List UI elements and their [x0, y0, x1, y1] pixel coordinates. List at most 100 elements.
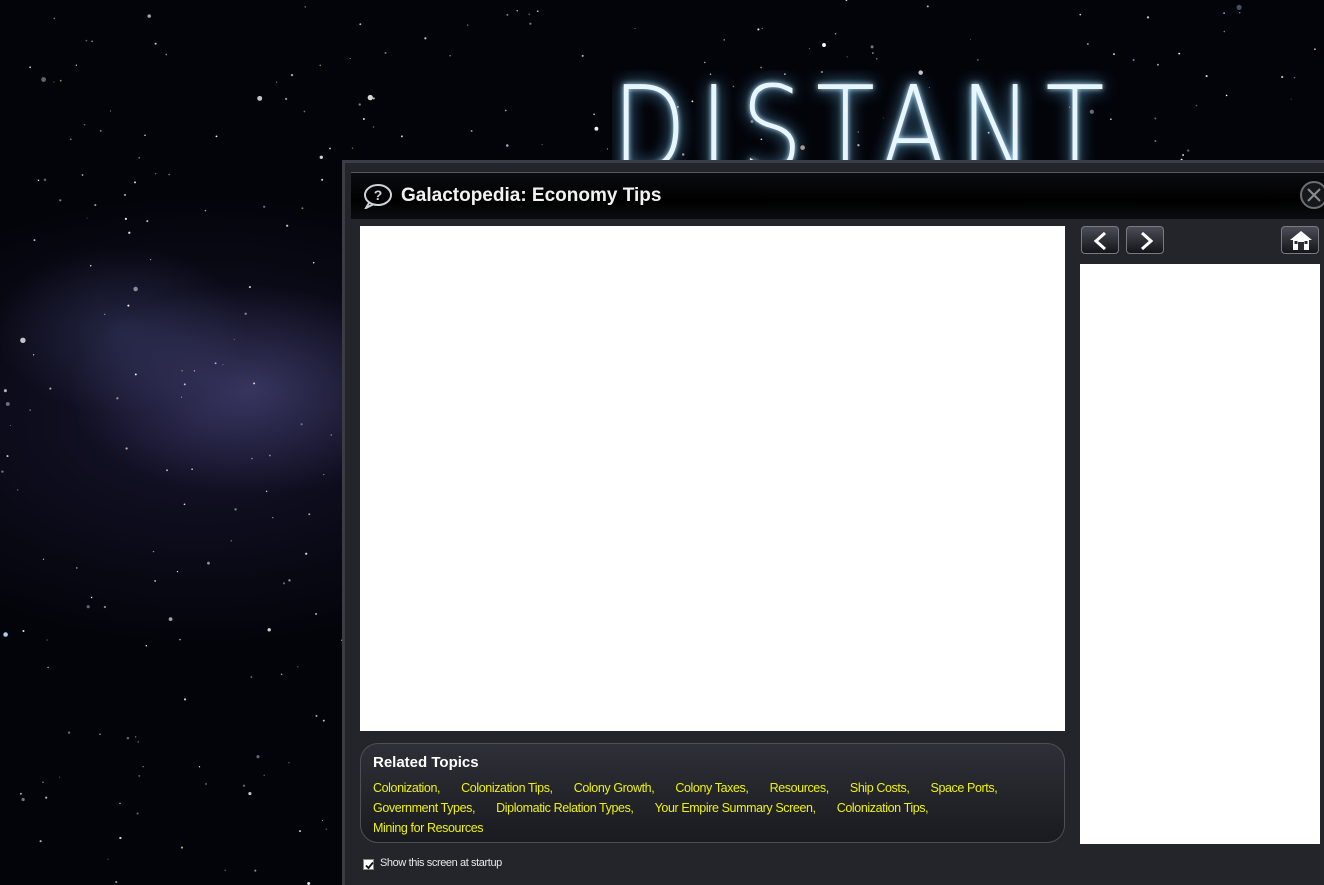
star: [593, 113, 595, 116]
star: [234, 508, 237, 511]
link-mining-for-resources[interactable]: Mining for Resources: [373, 821, 484, 835]
star: [1239, 12, 1241, 14]
star: [594, 126, 599, 131]
star: [45, 796, 48, 799]
star: [1223, 12, 1225, 15]
link-colony-growth[interactable]: Colony Growth,: [574, 781, 655, 795]
star: [362, 117, 365, 121]
star: [1132, 58, 1135, 62]
link-colonization-tips-2[interactable]: Colonization Tips,: [837, 801, 929, 815]
star: [329, 147, 331, 150]
star: [263, 205, 266, 208]
star: [536, 10, 539, 13]
star: [1154, 117, 1157, 120]
star: [506, 13, 509, 16]
star: [67, 731, 71, 734]
star: [254, 869, 257, 872]
svg-text:?: ?: [374, 187, 383, 203]
link-diplomatic-relation-types[interactable]: Diplomatic Relation Types,: [496, 801, 634, 815]
star: [81, 174, 84, 176]
star: [351, 147, 354, 149]
article-content-pane[interactable]: [360, 226, 1065, 731]
star: [1290, 98, 1292, 100]
star: [144, 134, 146, 137]
star: [372, 97, 375, 100]
star: [75, 567, 78, 569]
back-button[interactable]: [1081, 226, 1119, 254]
star: [384, 51, 387, 54]
star: [41, 77, 47, 82]
link-resources[interactable]: Resources,: [770, 781, 830, 795]
chevron-left-icon: [1093, 231, 1106, 251]
star: [286, 224, 289, 227]
star: [969, 38, 971, 41]
star: [134, 373, 137, 376]
star: [845, 0, 848, 1]
star: [155, 173, 157, 175]
star: [1182, 154, 1185, 156]
star: [872, 52, 874, 54]
star: [230, 540, 232, 542]
star: [634, 27, 636, 30]
star: [53, 81, 55, 83]
star: [297, 666, 299, 668]
link-colonization-tips[interactable]: Colonization Tips,: [461, 781, 553, 795]
star: [20, 337, 26, 344]
star: [757, 28, 760, 31]
star: [207, 561, 210, 565]
link-empire-summary-screen[interactable]: Your Empire Summary Screen,: [655, 801, 816, 815]
star: [1086, 42, 1089, 46]
star: [33, 239, 36, 242]
forward-button[interactable]: [1126, 226, 1164, 254]
star: [834, 32, 837, 35]
star: [17, 489, 19, 491]
link-government-types[interactable]: Government Types,: [373, 801, 475, 815]
star: [154, 580, 156, 582]
star: [152, 550, 155, 553]
star: [124, 194, 126, 196]
star: [3, 632, 8, 637]
link-colony-taxes[interactable]: Colony Taxes,: [675, 781, 748, 795]
link-colonization[interactable]: Colonization,: [373, 781, 440, 795]
star: [233, 338, 235, 341]
star: [282, 582, 286, 585]
star: [19, 792, 22, 795]
link-space-ports[interactable]: Space Ports,: [931, 781, 998, 795]
star: [29, 409, 32, 411]
star: [301, 207, 304, 210]
topic-list-pane[interactable]: [1080, 264, 1320, 844]
star: [138, 774, 141, 777]
star: [1156, 63, 1159, 66]
star: [251, 457, 253, 460]
star: [5, 402, 10, 406]
close-button[interactable]: [1300, 181, 1324, 209]
star: [180, 846, 184, 849]
star: [284, 97, 288, 101]
star: [870, 45, 874, 49]
star: [1187, 149, 1190, 152]
star: [248, 286, 251, 289]
star: [69, 138, 72, 141]
star: [349, 57, 351, 60]
star: [147, 14, 151, 18]
home-button[interactable]: [1281, 226, 1319, 254]
star: [606, 148, 609, 150]
star: [304, 6, 307, 8]
star: [875, 57, 878, 60]
star: [149, 258, 152, 261]
star: [86, 217, 88, 219]
related-topics-heading: Related Topics: [373, 754, 479, 771]
star: [325, 828, 327, 830]
star: [846, 56, 848, 58]
link-ship-costs[interactable]: Ship Costs,: [850, 781, 910, 795]
star: [179, 638, 181, 641]
startup-checkbox[interactable]: [363, 859, 374, 870]
star: [104, 313, 106, 315]
star: [59, 199, 62, 202]
star: [37, 179, 40, 182]
star: [250, 676, 253, 678]
star: [315, 612, 318, 616]
star: [146, 220, 149, 223]
star: [115, 881, 118, 884]
star: [1112, 53, 1116, 56]
